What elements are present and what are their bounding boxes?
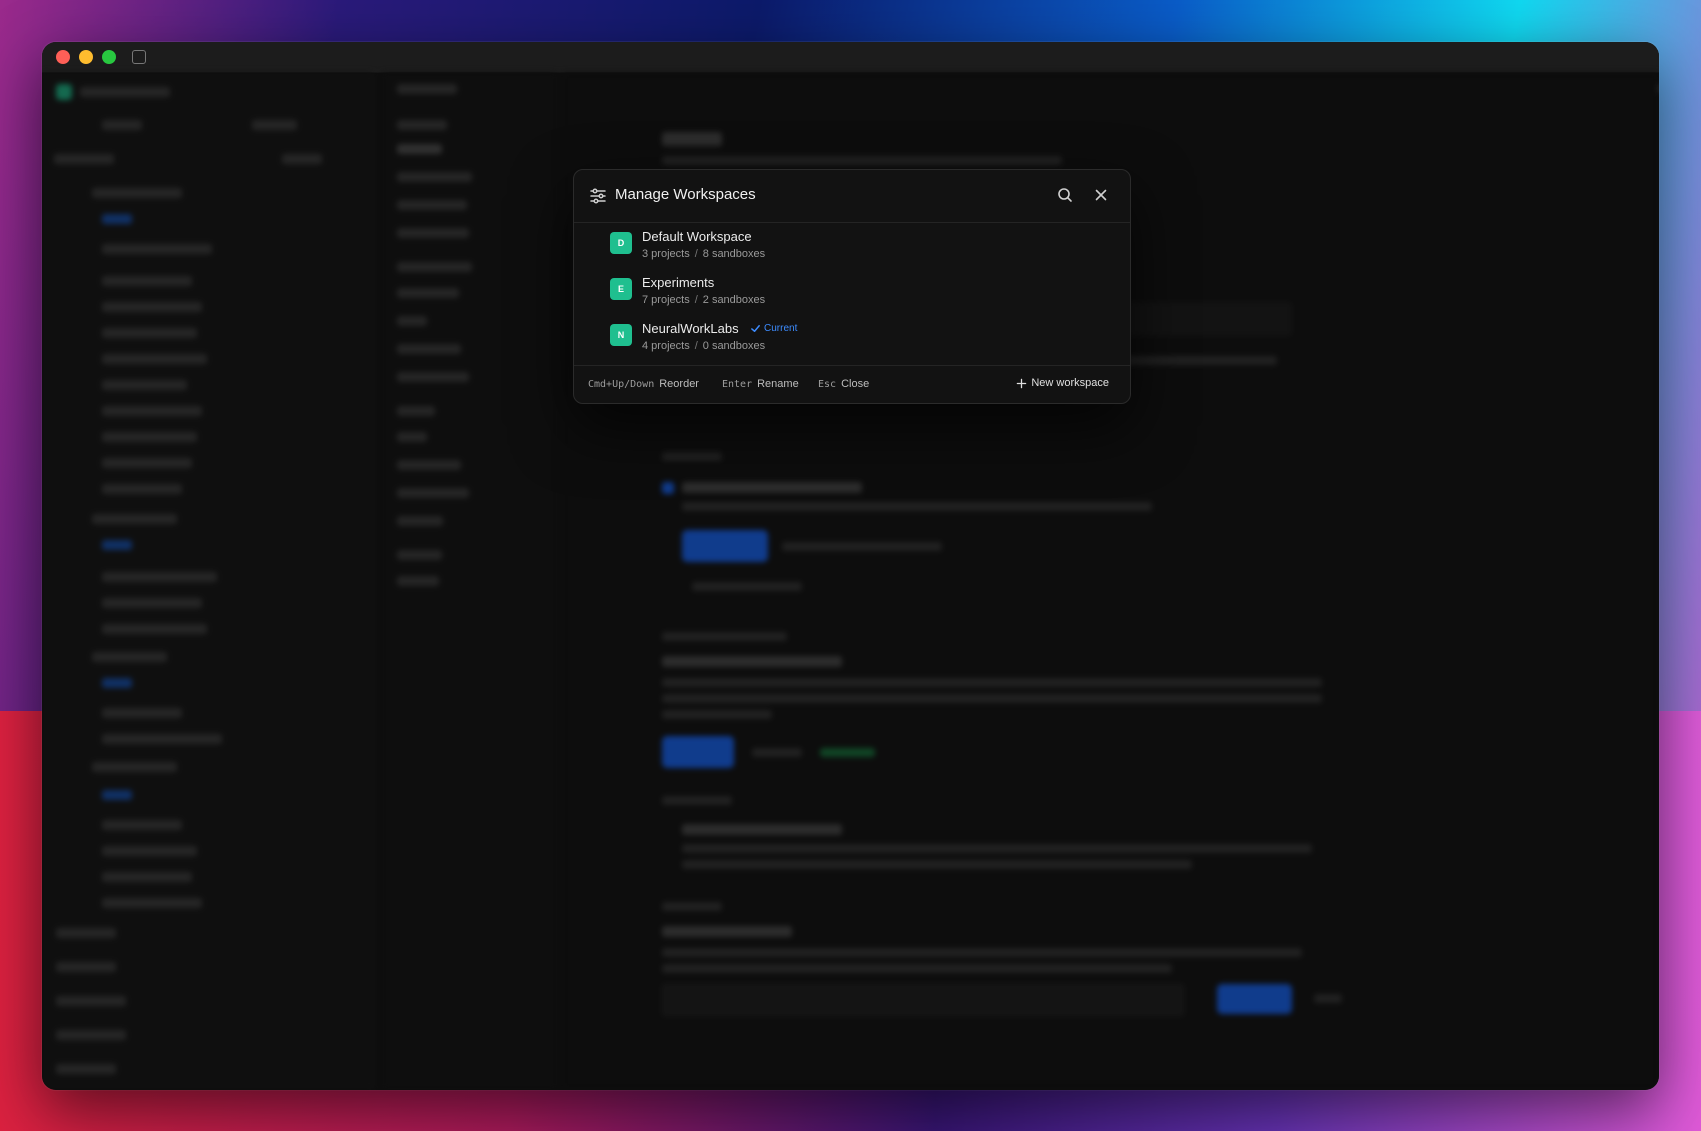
current-workspace-badge: Current (750, 323, 797, 334)
reorder-label: Reorder (659, 378, 699, 390)
workspace-projects-count: 4 projects (642, 340, 690, 352)
close-hint: Esc Close (818, 378, 869, 390)
workspace-projects-count: 3 projects (642, 248, 690, 260)
current-label: Current (764, 323, 798, 334)
new-workspace-label: New workspace (1031, 377, 1109, 389)
workspace-sandboxes-count: 0 sandboxes (702, 340, 766, 352)
workspace-avatar: D (610, 232, 632, 254)
workspace-meta: 7 projects / 2 sandboxes (642, 294, 765, 306)
dialog-title: Manage Workspaces (615, 186, 756, 203)
check-icon (751, 325, 760, 332)
minimize-window-button[interactable] (79, 50, 93, 64)
new-workspace-button[interactable]: New workspace (1016, 377, 1109, 389)
rename-label: Rename (757, 378, 799, 390)
manage-workspaces-dialog: Manage Workspaces D Default Workspace 3 … (573, 169, 1131, 404)
plus-icon (1017, 378, 1027, 388)
title-bar (42, 42, 1659, 73)
workspace-name: Default Workspace (642, 229, 752, 244)
workspace-meta: 4 projects / 0 sandboxes (642, 340, 765, 352)
zoom-window-button[interactable] (102, 50, 116, 64)
workspace-name: Experiments (642, 275, 715, 290)
close-window-button[interactable] (56, 50, 70, 64)
sliders-icon (590, 188, 606, 204)
rename-shortcut: Enter (722, 379, 753, 390)
workspace-item-neuralworklabs[interactable]: N NeuralWorkLabs Current 4 projects / 0 sa… (574, 315, 1130, 361)
rename-hint: Enter Rename (722, 378, 799, 390)
search-icon[interactable] (1055, 185, 1075, 205)
workspace-avatar: N (610, 324, 632, 346)
workspace-list: D Default Workspace 3 projects / 8 sandbox… (574, 223, 1130, 368)
meta-separator: / (694, 294, 698, 306)
workspace-meta: 3 projects / 8 sandboxes (642, 248, 765, 260)
reorder-hint: Cmd+Up/Down Reorder (588, 378, 699, 390)
workspace-projects-count: 7 projects (642, 294, 690, 306)
close-label: Close (841, 378, 870, 390)
workspace-sandboxes-count: 2 sandboxes (702, 294, 766, 306)
close-shortcut: Esc (818, 379, 837, 390)
meta-separator: / (694, 340, 698, 352)
sidebar-toggle-icon[interactable] (132, 50, 146, 64)
workspace-avatar: E (610, 278, 632, 300)
reorder-shortcut: Cmd+Up/Down (588, 379, 655, 390)
workspace-sandboxes-count: 8 sandboxes (702, 248, 766, 260)
meta-separator: / (694, 248, 698, 260)
dialog-header: Manage Workspaces (574, 170, 1130, 223)
workspace-item-default[interactable]: D Default Workspace 3 projects / 8 sandbox… (574, 223, 1130, 269)
close-icon[interactable] (1091, 185, 1111, 205)
workspace-item-experiments[interactable]: E Experiments 7 projects / 2 sandboxes (574, 269, 1130, 315)
workspace-name: NeuralWorkLabs (642, 321, 739, 336)
dialog-footer: Cmd+Up/Down Reorder Enter Rename Esc Close … (574, 365, 1130, 403)
